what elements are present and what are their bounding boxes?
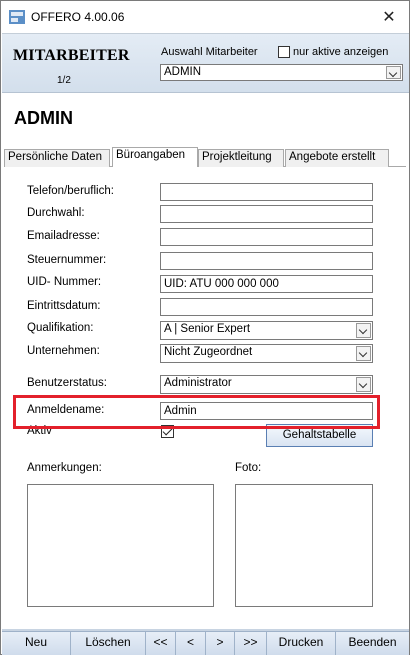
anmerkungen-textarea[interactable]	[27, 484, 214, 607]
uid-input[interactable]: UID: ATU 000 000 000	[160, 275, 373, 293]
close-icon[interactable]: ✕	[369, 1, 409, 33]
email-label: Emailadresse:	[27, 230, 100, 242]
benutzerstatus-value: Administrator	[164, 377, 232, 389]
foto-image-box[interactable]	[235, 484, 373, 607]
qualifikation-select[interactable]: A | Senior Expert	[160, 321, 373, 340]
last-record-button[interactable]: >>	[235, 632, 267, 655]
delete-button[interactable]: Löschen	[71, 632, 146, 655]
email-input[interactable]	[160, 228, 373, 246]
unternehmen-label: Unternehmen:	[27, 345, 100, 357]
durchwahl-label: Durchwahl:	[27, 207, 85, 219]
durchwahl-input[interactable]	[160, 205, 373, 223]
foto-label: Foto:	[235, 462, 262, 474]
window-title: OFFERO 4.00.06	[31, 10, 125, 24]
qualifikation-value: A | Senior Expert	[164, 323, 251, 335]
next-record-button[interactable]: >	[206, 632, 235, 655]
print-button[interactable]: Drucken	[267, 632, 336, 655]
title-bar[interactable]: OFFERO 4.00.06 ✕	[1, 1, 409, 33]
only-active-label: nur aktive anzeigen	[293, 46, 389, 58]
qualifikation-label: Qualifikation:	[27, 322, 94, 334]
uid-label: UID- Nummer:	[27, 276, 102, 288]
chevron-down-icon[interactable]	[356, 377, 371, 392]
prev-record-button[interactable]: <	[176, 632, 206, 655]
employee-select[interactable]: ADMIN	[160, 64, 403, 81]
app-window: OFFERO 4.00.06 ✕ MITARBEITER 1/2 Auswahl…	[0, 0, 410, 655]
eintrittsdatum-label: Eintrittsdatum:	[27, 300, 101, 312]
record-name: ADMIN	[14, 108, 73, 128]
employee-select-value: ADMIN	[164, 66, 202, 78]
module-header: MITARBEITER 1/2 Auswahl Mitarbeiter nur …	[2, 33, 409, 93]
telefon-label: Telefon/beruflich:	[27, 185, 114, 197]
module-title: MITARBEITER	[13, 47, 130, 64]
chevron-down-icon[interactable]	[356, 346, 371, 361]
chevron-down-icon[interactable]	[356, 323, 371, 338]
exit-button[interactable]: Beenden	[336, 632, 409, 655]
tab-angebote-erstellt[interactable]: Angebote erstellt	[285, 149, 389, 167]
telefon-input[interactable]	[160, 183, 373, 201]
tab-projektleitung[interactable]: Projektleitung	[198, 149, 284, 167]
app-icon	[9, 10, 25, 24]
first-record-button[interactable]: <<	[146, 632, 176, 655]
benutzerstatus-select[interactable]: Administrator	[160, 375, 373, 394]
only-active-checkbox[interactable]	[278, 46, 290, 58]
highlight-box	[13, 395, 380, 429]
unternehmen-value: Nicht Zugeordnet	[164, 346, 253, 358]
tab-persoenliche-daten[interactable]: Persönliche Daten	[4, 149, 110, 167]
new-button[interactable]: Neu	[2, 632, 71, 655]
steuernummer-label: Steuernummer:	[27, 254, 107, 266]
steuernummer-input[interactable]	[160, 252, 373, 270]
record-position: 1/2	[57, 75, 71, 86]
benutzerstatus-label: Benutzerstatus:	[27, 377, 107, 389]
eintrittsdatum-input[interactable]	[160, 298, 373, 316]
unternehmen-select[interactable]: Nicht Zugeordnet	[160, 344, 373, 363]
navigation-bar: Neu Löschen << < > >> Drucken Beenden	[2, 631, 409, 655]
tab-bueroangaben[interactable]: Büroangaben	[112, 147, 198, 168]
chevron-down-icon[interactable]	[386, 66, 401, 79]
tab-bar: Persönliche Daten Büroangaben Projektlei…	[4, 147, 406, 168]
employee-select-label: Auswahl Mitarbeiter	[161, 46, 258, 58]
anmerkungen-label: Anmerkungen:	[27, 462, 102, 474]
